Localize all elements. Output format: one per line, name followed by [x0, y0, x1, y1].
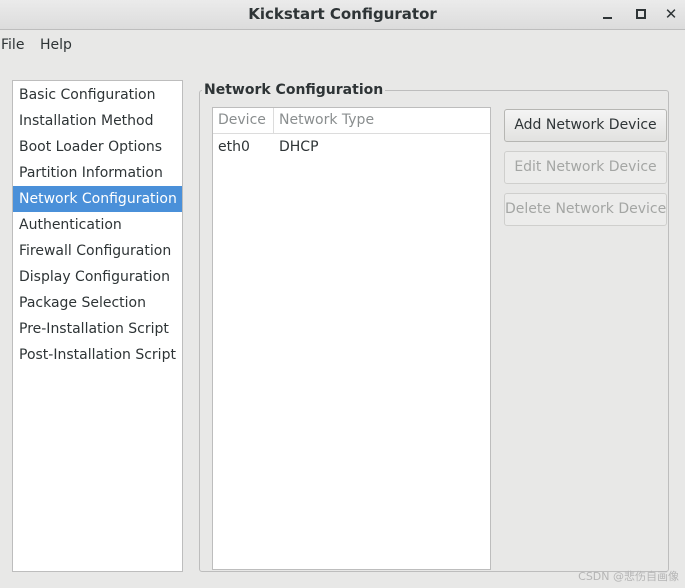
- section-list: Basic Configuration Installation Method …: [12, 80, 183, 572]
- add-network-device-button[interactable]: Add Network Device: [504, 109, 667, 142]
- sidebar-item-package-selection[interactable]: Package Selection: [13, 290, 182, 316]
- cell-network-type: DHCP: [279, 139, 319, 155]
- menu-help[interactable]: Help: [40, 37, 72, 53]
- minimize-button[interactable]: [596, 4, 618, 24]
- edit-network-device-button[interactable]: Edit Network Device: [504, 151, 667, 184]
- close-button[interactable]: ✕: [660, 4, 682, 24]
- sidebar-item-authentication[interactable]: Authentication: [13, 212, 182, 238]
- column-header-device[interactable]: Device: [213, 108, 274, 133]
- close-icon: ✕: [664, 4, 678, 23]
- watermark: CSDN @悲伤自画像: [578, 570, 679, 583]
- sidebar-item-pre-installation-script[interactable]: Pre-Installation Script: [13, 316, 182, 342]
- title-bar: Kickstart Configurator ✕: [0, 0, 685, 30]
- sidebar-item-network-configuration[interactable]: Network Configuration: [13, 186, 182, 212]
- sidebar-item-installation-method[interactable]: Installation Method: [13, 108, 182, 134]
- minimize-icon: [602, 17, 612, 19]
- sidebar-item-firewall-configuration[interactable]: Firewall Configuration: [13, 238, 182, 264]
- window-title: Kickstart Configurator: [248, 5, 437, 23]
- frame-title: Network Configuration: [202, 82, 386, 98]
- sidebar-item-partition-information[interactable]: Partition Information: [13, 160, 182, 186]
- delete-network-device-button[interactable]: Delete Network Device: [504, 193, 667, 226]
- maximize-icon: [636, 9, 646, 19]
- cell-device: eth0: [218, 139, 250, 155]
- maximize-button[interactable]: [630, 4, 652, 24]
- sidebar-item-basic-configuration[interactable]: Basic Configuration: [13, 82, 182, 108]
- menu-bar: File Help: [0, 30, 685, 60]
- table-row[interactable]: eth0 DHCP: [213, 134, 490, 160]
- sidebar-item-display-configuration[interactable]: Display Configuration: [13, 264, 182, 290]
- device-table[interactable]: Device Network Type eth0 DHCP: [212, 107, 491, 570]
- sidebar-item-boot-loader-options[interactable]: Boot Loader Options: [13, 134, 182, 160]
- column-header-network-type[interactable]: Network Type: [274, 108, 374, 133]
- table-header: Device Network Type: [213, 108, 490, 134]
- sidebar-item-post-installation-script[interactable]: Post-Installation Script: [13, 342, 182, 368]
- menu-file[interactable]: File: [1, 37, 24, 53]
